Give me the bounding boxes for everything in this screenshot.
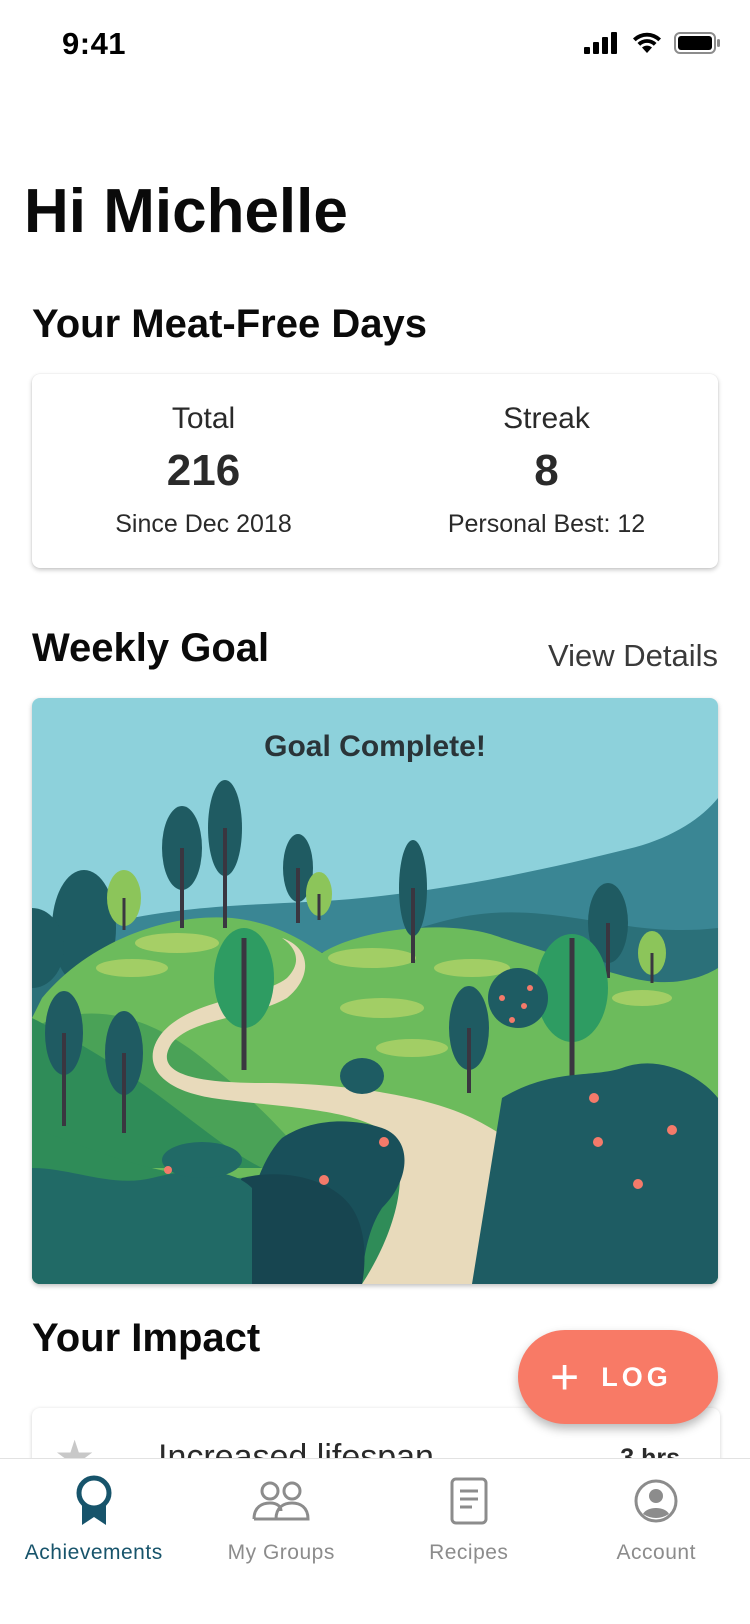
total-value: 216 bbox=[166, 446, 241, 495]
nav-label-recipes: Recipes bbox=[429, 1541, 509, 1564]
total-label: Total bbox=[171, 402, 236, 435]
log-label: LOG bbox=[601, 1361, 672, 1392]
greeting-title: Hi Michelle bbox=[24, 177, 348, 246]
meat-free-days-title: Your Meat-Free Days bbox=[32, 302, 427, 346]
wifi-icon bbox=[633, 32, 661, 53]
streak-stat: Streak 8 Personal Best: 12 bbox=[375, 374, 718, 568]
goal-complete-label: Goal Complete! bbox=[264, 730, 486, 763]
total-since: Since Dec 2018 bbox=[115, 510, 292, 538]
document-icon bbox=[450, 1477, 488, 1525]
nav-label-achievements: Achievements bbox=[24, 1541, 163, 1564]
nav-item-recipes[interactable]: Recipes bbox=[375, 1459, 563, 1624]
account-icon bbox=[634, 1479, 678, 1523]
ribbon-icon bbox=[76, 1475, 112, 1525]
battery-icon bbox=[674, 32, 720, 54]
streak-label: Streak bbox=[503, 402, 590, 435]
nav-item-achievements[interactable]: Achievements bbox=[0, 1459, 188, 1624]
status-bar: 9:41 bbox=[0, 0, 750, 90]
streak-value: 8 bbox=[534, 446, 559, 495]
meat-free-days-card: Total 216 Since Dec 2018 Streak 8 Person… bbox=[32, 374, 718, 568]
weekly-goal-title: Weekly Goal bbox=[32, 626, 270, 670]
total-stat: Total 216 Since Dec 2018 bbox=[32, 374, 375, 568]
plus-icon: + bbox=[550, 1349, 580, 1405]
landscape-illustration bbox=[32, 698, 718, 1284]
weekly-goal-card[interactable]: Goal Complete! bbox=[32, 698, 718, 1284]
view-details-link[interactable]: View Details bbox=[548, 638, 718, 674]
personal-best: Personal Best: 12 bbox=[447, 510, 646, 538]
nav-item-my-groups[interactable]: My Groups bbox=[188, 1459, 376, 1624]
bottom-nav: Achievements My Groups Recipes Account bbox=[0, 1458, 750, 1624]
status-icons bbox=[584, 32, 720, 54]
status-time: 9:41 bbox=[62, 26, 127, 61]
your-impact-title: Your Impact bbox=[32, 1316, 261, 1360]
log-button[interactable]: + LOG bbox=[518, 1330, 718, 1424]
nav-item-account[interactable]: Account bbox=[563, 1459, 750, 1624]
nav-label-my-groups: My Groups bbox=[227, 1541, 335, 1564]
people-icon bbox=[252, 1481, 310, 1521]
nav-label-account: Account bbox=[616, 1541, 696, 1564]
cellular-signal-icon bbox=[584, 32, 617, 54]
